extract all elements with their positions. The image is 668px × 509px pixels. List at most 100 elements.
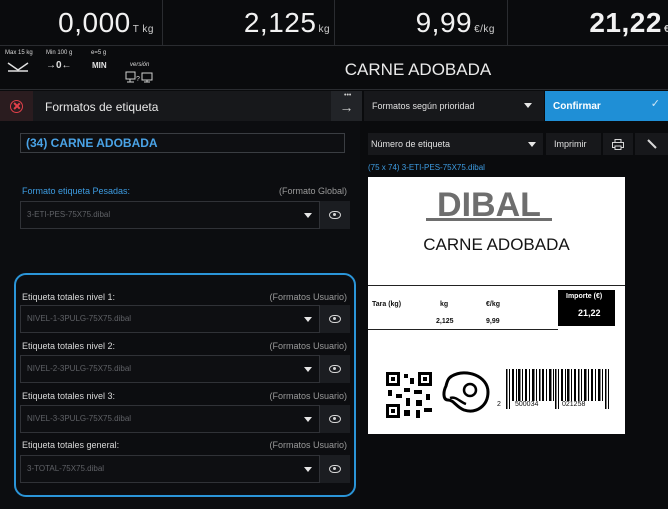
scale-status-bar: Max 15 kg Min 100 g e=5 g →0← MIN versió… <box>0 45 668 90</box>
nivel1-format-select[interactable]: NIVEL-1-3PULG-75X75.dibal <box>20 305 320 333</box>
weight-tray-icon <box>7 62 29 72</box>
nivel1-label: Etiqueta totales nivel 1: <box>22 292 116 302</box>
price-cell: 9,99 €/kg <box>335 0 508 45</box>
barcode-middle-digits: 500034 <box>514 401 540 408</box>
printer-icon <box>612 138 624 150</box>
pesadas-label: Formato etiqueta Pesadas: <box>22 186 131 196</box>
nivel3-label: Etiqueta totales nivel 3: <box>22 391 116 401</box>
close-icon <box>10 99 23 113</box>
nivel3-format-value: NIVEL-3-3PULG-75X75.dibal <box>27 414 132 423</box>
priority-dropdown-label: Formatos según prioridad <box>372 101 475 111</box>
navigate-forward-button[interactable]: ••• → <box>331 91 362 121</box>
label-number-label: Número de etiqueta <box>371 139 451 149</box>
pencil-icon <box>646 139 657 149</box>
more-dots-icon: ••• <box>344 92 352 99</box>
label-number-dropdown[interactable]: Número de etiqueta <box>368 133 543 155</box>
max-capacity-label: Max 15 kg <box>5 50 33 56</box>
qr-code-icon <box>386 372 432 418</box>
chevron-down-icon <box>304 417 312 422</box>
eye-icon <box>329 211 341 219</box>
weight-unit: kg <box>318 24 330 35</box>
meat-steak-icon <box>442 371 490 413</box>
current-product-title: CARNE ADOBADA <box>344 60 492 79</box>
product-name-field: (34) CARNE ADOBADA <box>20 133 345 153</box>
preview-eurokg-header: €/kg <box>486 301 501 308</box>
general-format-select[interactable]: 3-TOTAL-75X75.dibal <box>20 455 320 483</box>
preview-kg-value: 2,125 <box>436 318 454 325</box>
nivel2-format-value: NIVEL-2-3PULG-75X75.dibal <box>27 364 132 373</box>
chevron-down-icon <box>528 142 536 147</box>
page-title: Formatos de etiqueta <box>33 91 331 121</box>
version-label: versión <box>130 62 150 68</box>
eye-icon <box>329 465 341 473</box>
close-button[interactable] <box>0 91 33 121</box>
nivel1-format-value: NIVEL-1-3PULG-75X75.dibal <box>27 314 132 323</box>
nivel3-format-select[interactable]: NIVEL-3-3PULG-75X75.dibal <box>20 405 320 433</box>
price-unit: €/kg <box>474 24 495 35</box>
label-preview: DIBAL CARNE ADOBADA Tara (kg) kg €/kg 2,… <box>368 177 625 434</box>
preview-eurokg-value: 9,99 <box>486 318 500 325</box>
preview-importe-value: 21,22 <box>578 308 601 318</box>
weight-cell: 2,125 kg <box>163 0 335 45</box>
nivel3-hint: (Formatos Usuario) <box>269 391 347 401</box>
weight-value: 2,125 kg <box>243 7 330 38</box>
total-cell: 21,22 € <box>508 0 668 45</box>
label-formats-toolbar: Formatos de etiqueta ••• → Formatos segú… <box>0 91 668 121</box>
preview-top-line <box>368 285 625 286</box>
pesadas-format-value: 3-ETI-PES-75X75.dibal <box>27 210 111 219</box>
svg-text:?: ? <box>136 76 140 83</box>
preview-importe-box: Importe (€) 21,22 <box>558 290 615 326</box>
printer-button[interactable] <box>603 133 633 155</box>
nivel1-hint: (Formatos Usuario) <box>269 292 347 302</box>
eye-icon <box>329 365 341 373</box>
confirm-button[interactable]: Confirmar ✓ <box>545 91 668 121</box>
edit-button[interactable] <box>635 133 668 155</box>
min-capacity-label: Min 100 g <box>46 50 73 56</box>
chevron-down-icon <box>304 213 312 218</box>
pesadas-hint: (Formato Global) <box>278 186 347 196</box>
preview-kg-header: kg <box>440 301 449 308</box>
tare-unit: T kg <box>132 24 154 35</box>
min-indicator: MIN <box>92 61 107 70</box>
price-value: 9,99 €/kg <box>415 7 495 38</box>
zero-indicator: →0← <box>46 60 72 71</box>
eye-icon <box>329 315 341 323</box>
confirm-button-label: Confirmar <box>553 101 601 112</box>
preview-nivel3-button[interactable] <box>320 405 350 433</box>
dibal-logo: DIBAL <box>426 187 552 223</box>
weight-display-bar: 0,000 T kg 2,125 kg 9,99 €/kg 21,22 € <box>0 0 668 45</box>
barcode-end-digits: 021258 <box>561 401 587 408</box>
nivel2-hint: (Formatos Usuario) <box>269 341 347 351</box>
division-label: e=5 g <box>91 50 107 56</box>
preview-nivel1-button[interactable] <box>320 305 350 333</box>
general-format-value: 3-TOTAL-75X75.dibal <box>27 464 105 473</box>
network-pc-icon: ? <box>125 71 153 83</box>
arrow-right-icon: → <box>339 99 354 115</box>
preview-bottom-line <box>368 329 558 330</box>
preview-product-name: CARNE ADOBADA <box>423 235 570 254</box>
tare-cell: 0,000 T kg <box>0 0 163 45</box>
preview-importe-header: Importe (€) <box>566 293 603 300</box>
general-label: Etiqueta totales general: <box>22 440 120 450</box>
chevron-down-icon <box>304 467 312 472</box>
tare-value: 0,000 T kg <box>58 7 154 38</box>
check-icon: ✓ <box>650 98 660 110</box>
dibal-logo-text: DIBAL <box>437 187 541 223</box>
eye-icon <box>329 415 341 423</box>
nivel2-format-select[interactable]: NIVEL-2-3PULG-75X75.dibal <box>20 355 320 383</box>
chevron-down-icon <box>304 367 312 372</box>
priority-dropdown[interactable]: Formatos según prioridad <box>364 91 544 121</box>
nivel2-label: Etiqueta totales nivel 2: <box>22 341 116 351</box>
barcode-prefix: 2 <box>497 401 501 408</box>
total-value: 21,22 € <box>589 7 668 38</box>
pesadas-format-select[interactable]: 3-ETI-PES-75X75.dibal <box>20 201 320 229</box>
preview-nivel2-button[interactable] <box>320 355 350 383</box>
preview-tara-header: Tara (kg) <box>372 301 402 308</box>
chevron-down-icon <box>524 103 532 108</box>
general-hint: (Formatos Usuario) <box>269 440 347 450</box>
chevron-down-icon <box>304 317 312 322</box>
preview-pesadas-button[interactable] <box>320 201 350 229</box>
print-button[interactable]: Imprimir <box>546 133 601 155</box>
total-unit: € <box>663 24 668 35</box>
preview-general-button[interactable] <box>320 455 350 483</box>
